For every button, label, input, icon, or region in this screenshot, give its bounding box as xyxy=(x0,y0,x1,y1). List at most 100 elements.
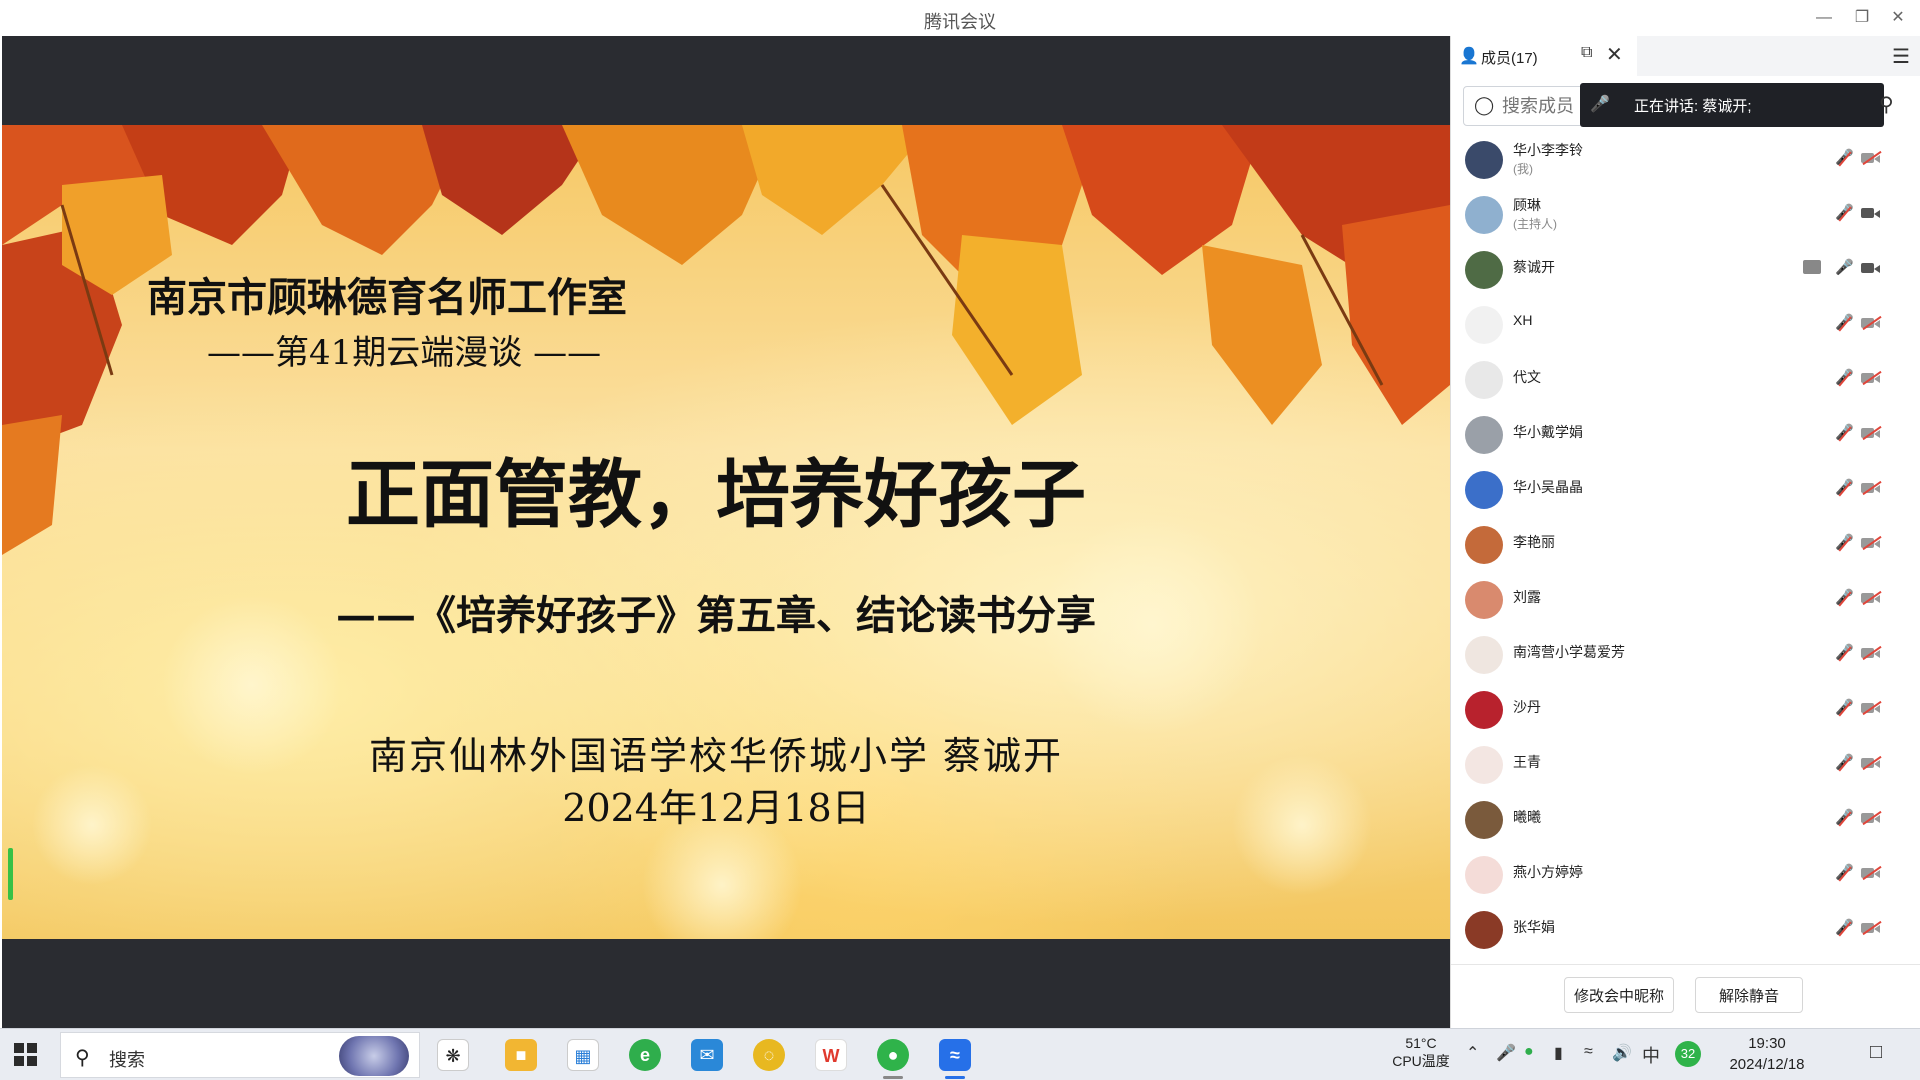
mail-icon[interactable]: ✉ xyxy=(691,1039,723,1071)
store-icon[interactable]: ▦ xyxy=(567,1039,599,1071)
start-button[interactable] xyxy=(14,1043,38,1067)
camera-off-icon[interactable] xyxy=(1861,479,1881,497)
unmute-button[interactable]: 解除静音 xyxy=(1695,977,1803,1013)
member-row[interactable]: 曦曦 🎤 xyxy=(1451,792,1920,847)
member-row[interactable]: 华小戴学娟 🎤 xyxy=(1451,407,1920,462)
member-role: (主持人) xyxy=(1513,217,1557,231)
camera-off-icon[interactable] xyxy=(1861,644,1881,662)
member-row[interactable]: 燕小方婷婷 🎤 xyxy=(1451,847,1920,902)
mic-muted-icon[interactable]: 🎤 xyxy=(1835,698,1854,720)
popout-icon[interactable]: ⧉ xyxy=(1581,44,1592,62)
screen-share-icon xyxy=(1803,260,1821,274)
windows-logo-icon xyxy=(14,1043,24,1053)
member-row[interactable]: 代文 🎤 xyxy=(1451,352,1920,407)
windows-logo-icon xyxy=(27,1043,37,1053)
member-name: 华小李李铃 xyxy=(1513,142,1583,158)
avatar xyxy=(1465,801,1503,839)
camera-icon[interactable] xyxy=(1861,204,1881,222)
menu-icon[interactable]: ☰ xyxy=(1892,44,1910,69)
camera-off-icon[interactable] xyxy=(1861,424,1881,442)
slide-subtitle: ——《培养好孩子》第五章、结论读书分享 xyxy=(336,592,1096,639)
clock-time: 19:30 xyxy=(1748,1035,1786,1052)
member-name: 王青 xyxy=(1513,754,1541,770)
mic-muted-icon[interactable]: 🎤 xyxy=(1835,808,1854,830)
camera-off-icon[interactable] xyxy=(1861,369,1881,387)
tencent-meeting-icon[interactable]: ≈ xyxy=(939,1039,971,1071)
member-row[interactable]: 张华娟 🎤 xyxy=(1451,902,1920,957)
mic-icon[interactable]: 🎤 xyxy=(1835,258,1854,280)
wifi-icon[interactable]: ≈ xyxy=(1584,1043,1593,1061)
mic-muted-icon[interactable]: 🎤 xyxy=(1835,643,1854,665)
window-title: 腾讯会议 xyxy=(924,12,996,32)
close-window-button[interactable]: ✕ xyxy=(1884,6,1912,30)
camera-off-icon[interactable] xyxy=(1861,864,1881,882)
camera-off-icon[interactable] xyxy=(1861,314,1881,332)
camera-off-icon[interactable] xyxy=(1861,149,1881,167)
mic-muted-icon[interactable]: 🎤 xyxy=(1835,423,1854,445)
mic-muted-icon[interactable]: 🎤 xyxy=(1835,368,1854,390)
mic-muted-icon[interactable]: 🎤 xyxy=(1835,863,1854,885)
camera-off-icon[interactable] xyxy=(1861,809,1881,827)
member-name: 代文 xyxy=(1513,369,1541,385)
rename-button[interactable]: 修改会中昵称 xyxy=(1564,977,1674,1013)
file-explorer-icon[interactable]: ■ xyxy=(505,1039,537,1071)
member-row[interactable]: 李艳丽 🎤 xyxy=(1451,517,1920,572)
mic-muted-icon: 🎤 xyxy=(1590,96,1610,113)
member-name: 燕小方婷婷 xyxy=(1513,864,1583,880)
tab-members[interactable]: 👤 成员(17) ⧉ ✕ xyxy=(1451,36,1637,76)
camera-off-icon[interactable] xyxy=(1861,699,1881,717)
notification-count-badge[interactable]: 32 xyxy=(1675,1041,1701,1067)
member-row[interactable]: 王青 🎤 xyxy=(1451,737,1920,792)
wps-icon[interactable]: W xyxy=(815,1039,847,1071)
app-icon-pinwheel[interactable]: ❋ xyxy=(437,1039,469,1071)
avatar xyxy=(1465,911,1503,949)
member-row[interactable]: 蔡诚开 🎤 xyxy=(1451,242,1920,297)
microphone-icon[interactable]: 🎤 xyxy=(1496,1043,1516,1063)
search-icon: ⚲ xyxy=(75,1047,90,1069)
ime-indicator[interactable]: 中 xyxy=(1642,1042,1660,1068)
member-name: 顾琳 xyxy=(1513,197,1541,213)
avatar xyxy=(1465,636,1503,674)
taskbar-clock[interactable]: 19:30 2024/12/18 xyxy=(1712,1033,1822,1075)
app-tray-icon[interactable]: ● xyxy=(1524,1043,1534,1061)
mic-muted-icon[interactable]: 🎤 xyxy=(1835,313,1854,335)
camera-off-icon[interactable] xyxy=(1861,919,1881,937)
member-row[interactable]: 刘露 🎤 xyxy=(1451,572,1920,627)
chevron-up-icon[interactable]: ⌃ xyxy=(1466,1043,1479,1063)
avatar xyxy=(1465,196,1503,234)
member-name: 张华娟 xyxy=(1513,919,1555,935)
close-panel-icon[interactable]: ✕ xyxy=(1606,42,1623,67)
mic-muted-icon[interactable]: 🎤 xyxy=(1835,533,1854,555)
invite-search-icon[interactable]: ⚲ xyxy=(1879,92,1894,117)
volume-icon[interactable]: 🔊 xyxy=(1612,1043,1632,1063)
member-row[interactable]: XH 🎤 xyxy=(1451,297,1920,352)
mic-muted-icon[interactable]: 🎤 xyxy=(1835,753,1854,775)
wechat-icon[interactable]: ● xyxy=(877,1039,909,1071)
camera-off-icon[interactable] xyxy=(1861,534,1881,552)
camera-off-icon[interactable] xyxy=(1861,754,1881,772)
app-icon-yellow[interactable]: ◌ xyxy=(753,1039,785,1071)
minimize-button[interactable]: — xyxy=(1810,6,1838,30)
member-row[interactable]: 华小李李铃 (我) 🎤 xyxy=(1451,132,1920,187)
mic-muted-icon[interactable]: 🎤 xyxy=(1835,918,1854,940)
notification-center-icon[interactable]: □ xyxy=(1870,1041,1882,1064)
restore-button[interactable]: ❐ xyxy=(1848,6,1876,30)
member-name: 曦曦 xyxy=(1513,809,1541,825)
mic-muted-icon[interactable]: 🎤 xyxy=(1835,588,1854,610)
member-row[interactable]: 南湾营小学葛爱芳 🎤 xyxy=(1451,627,1920,682)
battery-icon[interactable]: ▮ xyxy=(1554,1043,1563,1063)
member-row[interactable]: 顾琳 (主持人) 🎤 xyxy=(1451,187,1920,242)
search-highlight-image xyxy=(339,1036,409,1076)
mic-muted-icon[interactable]: 🎤 xyxy=(1835,203,1854,225)
presentation-slide: 南京市顾琳德育名师工作室 ——第41期云端漫谈 —— 正面管教，培养好孩子 ——… xyxy=(2,125,1450,939)
member-row[interactable]: 华小吴晶晶 🎤 xyxy=(1451,462,1920,517)
shared-screen: 南京市顾琳德育名师工作室 ——第41期云端漫谈 —— 正面管教，培养好孩子 ——… xyxy=(2,36,1450,1028)
mic-muted-icon[interactable]: 🎤 xyxy=(1835,148,1854,170)
camera-icon[interactable] xyxy=(1861,259,1881,277)
mic-muted-icon[interactable]: 🎤 xyxy=(1835,478,1854,500)
browser-icon[interactable]: e xyxy=(629,1039,661,1071)
avatar xyxy=(1465,141,1503,179)
member-row[interactable]: 沙丹 🎤 xyxy=(1451,682,1920,737)
taskbar-search[interactable]: ⚲ 搜索 xyxy=(60,1032,420,1078)
camera-off-icon[interactable] xyxy=(1861,589,1881,607)
